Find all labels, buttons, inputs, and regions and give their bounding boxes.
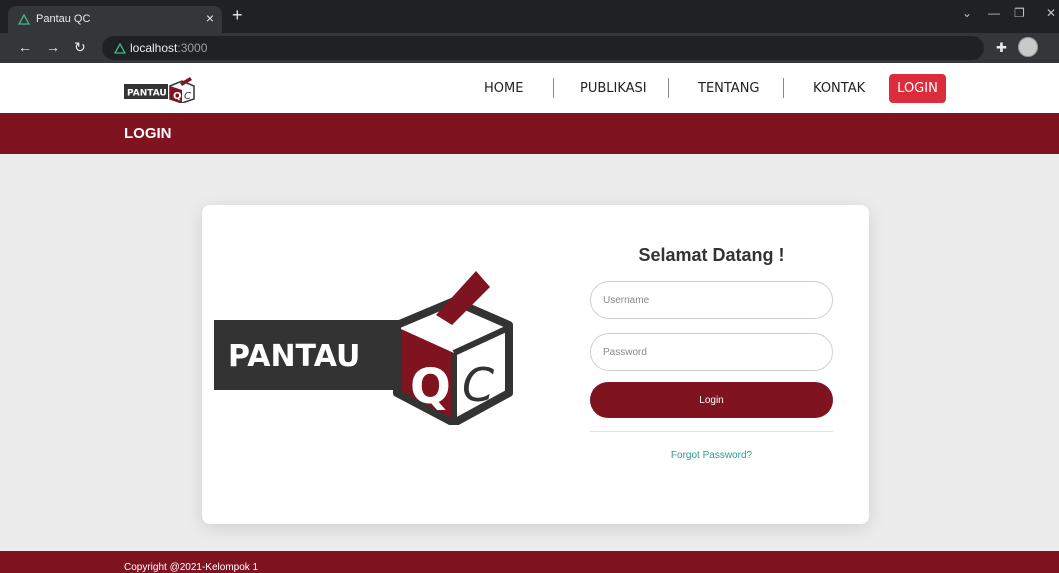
pantau-qc-large-logo: PANTAU Q C [214, 271, 513, 425]
nuxt-favicon-icon [18, 13, 30, 25]
pantau-qc-logo[interactable]: PANTAU Q C [124, 77, 204, 103]
svg-text:Q: Q [173, 91, 182, 102]
login-button[interactable]: Login [590, 382, 833, 418]
nav-home[interactable]: HOME [484, 81, 523, 96]
browser-tab[interactable]: Pantau QC × [8, 6, 222, 33]
minimize-icon[interactable]: — [988, 6, 1000, 20]
nav-tentang[interactable]: TENTANG [698, 81, 760, 96]
browser-tab-bar: Pantau QC × + ⌄ — ❐ ✕ [0, 0, 1059, 33]
page-title-band: LOGIN [0, 113, 1059, 154]
forgot-password-link[interactable]: Forgot Password? [590, 450, 833, 461]
welcome-heading: Selamat Datang ! [638, 245, 785, 265]
nav-kontak[interactable]: KONTAK [813, 81, 865, 96]
restore-icon[interactable]: ❐ [1014, 6, 1025, 20]
divider [590, 431, 833, 432]
site-header: PANTAU Q C HOME PUBLIKASI TENTANG KONTAK… [0, 63, 1059, 113]
nav-divider [668, 78, 669, 98]
nav-publikasi[interactable]: PUBLIKASI [580, 81, 647, 96]
reload-icon[interactable]: ↻ [74, 39, 86, 56]
tab-close-icon[interactable]: × [206, 10, 214, 26]
url-host: localhost [130, 41, 178, 55]
nav-divider [553, 78, 554, 98]
tab-title: Pantau QC [36, 13, 91, 25]
svg-text:Q: Q [410, 359, 451, 415]
nav-login-button[interactable]: LOGIN [889, 74, 946, 103]
url-field[interactable]: localhost:3000 [102, 36, 984, 60]
browser-address-bar: ← → ↻ localhost:3000 ✚ [0, 33, 1059, 63]
page-title: LOGIN [124, 125, 172, 142]
nav-divider [783, 78, 784, 98]
extensions-icon[interactable]: ✚ [996, 40, 1007, 56]
svg-text:C: C [462, 358, 494, 412]
forward-icon[interactable]: → [46, 39, 60, 55]
new-tab-icon[interactable]: + [232, 5, 243, 26]
profile-avatar[interactable] [1018, 37, 1038, 57]
svg-text:C: C [184, 91, 191, 102]
logo-wordmark: PANTAU [127, 89, 167, 99]
login-card: PANTAU Q C Selamat Datang ! Login Forgot… [202, 205, 869, 524]
url-text: localhost:3000 [130, 41, 207, 55]
password-input[interactable] [590, 333, 833, 371]
large-logo-wordmark: PANTAU [228, 339, 360, 374]
tab-search-icon[interactable]: ⌄ [962, 6, 972, 20]
copyright-text: Copyright @2021-Kelompok 1 [124, 562, 259, 573]
site-footer: Copyright @2021-Kelompok 1 [0, 551, 1059, 573]
username-input[interactable] [590, 281, 833, 319]
url-port: :3000 [177, 41, 208, 55]
close-window-icon[interactable]: ✕ [1046, 6, 1056, 20]
back-icon[interactable]: ← [18, 39, 32, 55]
nuxt-favicon-icon [114, 42, 126, 54]
